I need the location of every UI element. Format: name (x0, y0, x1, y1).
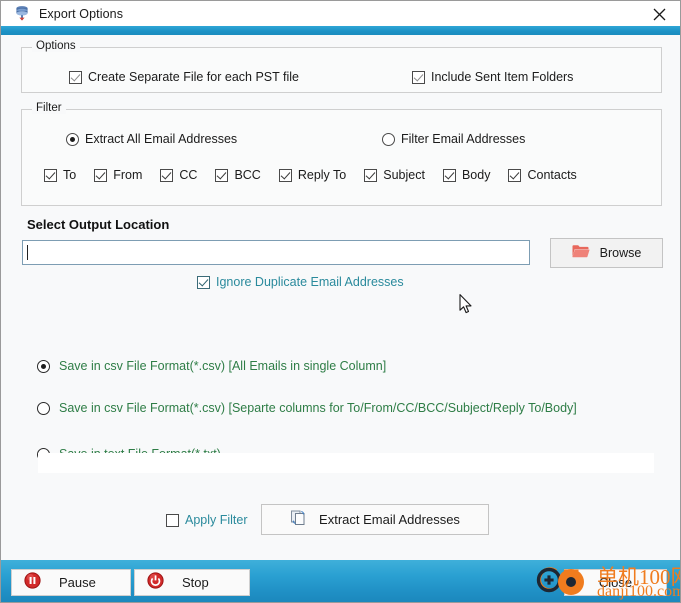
browse-button[interactable]: Browse (550, 238, 663, 268)
checkbox-field-body-box[interactable] (442, 168, 456, 182)
checkbox-field-from-box[interactable] (94, 168, 108, 182)
checkbox-field-contacts[interactable]: Contacts (508, 168, 577, 182)
checkbox-field-body[interactable]: Body (442, 168, 491, 182)
checkbox-field-bcc-box[interactable] (215, 168, 229, 182)
extract-email-addresses-button[interactable]: Extract Email Addresses (261, 504, 489, 535)
pause-circle-icon (24, 571, 41, 594)
checkbox-field-from[interactable]: From (94, 168, 142, 182)
checkbox-field-reply-to-label: Reply To (297, 168, 347, 182)
radio-filter-email-addresses-dot[interactable] (382, 132, 395, 146)
checkbox-field-cc[interactable]: CC (160, 168, 197, 182)
close-button[interactable]: Close (564, 569, 667, 596)
progress-bar (38, 453, 654, 473)
checkbox-ignore-duplicate-emails-label: Ignore Duplicate Email Addresses (216, 275, 404, 289)
checkbox-field-reply-to[interactable]: Reply To (278, 168, 347, 182)
checkbox-field-subject[interactable]: Subject (364, 168, 425, 182)
checkbox-ignore-duplicate-emails[interactable]: Ignore Duplicate Email Addresses (197, 275, 404, 289)
close-icon[interactable] (646, 3, 672, 25)
accent-bar (1, 26, 680, 35)
checkbox-field-cc-box[interactable] (160, 168, 174, 182)
browse-button-label: Browse (599, 246, 642, 260)
radio-extract-all-email-addresses[interactable]: Extract All Email Addresses (66, 132, 237, 146)
filter-group-legend: Filter (32, 102, 66, 114)
checkbox-apply-filter-label: Apply Filter (185, 513, 248, 527)
window-title: Export Options (39, 6, 124, 21)
export-options-window: Export Options Options Create Separate F… (0, 0, 681, 603)
checkbox-field-to[interactable]: To (44, 168, 76, 182)
radio-filter-email-addresses[interactable]: Filter Email Addresses (382, 132, 525, 146)
output-path-input[interactable] (22, 240, 530, 265)
pause-button[interactable]: Pause (11, 569, 131, 596)
options-group-legend: Options (32, 40, 80, 52)
checkbox-include-sent-items[interactable]: Include Sent Item Folders (412, 70, 573, 84)
options-group: Options Create Separate File for each PS… (21, 40, 662, 93)
radio-save-csv-single-column-dot[interactable] (37, 359, 50, 373)
checkbox-field-subject-box[interactable] (364, 168, 378, 182)
checkbox-include-sent-items-box[interactable] (412, 70, 425, 84)
checkbox-field-to-box[interactable] (44, 168, 57, 182)
radio-save-csv-single-column-label: Save in csv File Format(*.csv) [All Emai… (59, 359, 387, 373)
radio-extract-all-email-addresses-dot[interactable] (66, 132, 79, 146)
copy-pages-icon (290, 509, 307, 531)
title-bar: Export Options (1, 1, 680, 26)
stop-button-label: Stop (182, 575, 209, 590)
radio-extract-all-email-addresses-label: Extract All Email Addresses (85, 132, 238, 146)
select-output-location-heading: Select Output Location (27, 217, 170, 232)
checkbox-field-from-label: From (113, 168, 143, 182)
checkbox-field-reply-to-box[interactable] (278, 168, 292, 182)
extract-email-addresses-button-label: Extract Email Addresses (319, 512, 460, 527)
radio-filter-email-addresses-label: Filter Email Addresses (401, 132, 526, 146)
checkbox-apply-filter[interactable]: Apply Filter (166, 513, 248, 527)
checkbox-create-separate-file-box[interactable] (69, 70, 82, 84)
filter-group: Filter Extract All Email Addresses Filte… (21, 102, 662, 206)
checkbox-field-bcc[interactable]: BCC (215, 168, 261, 182)
dialog-body: Options Create Separate File for each PS… (1, 35, 680, 560)
pause-button-label: Pause (59, 575, 96, 590)
output-path-field[interactable] (27, 241, 529, 264)
footer-bar: Pause Stop Close (1, 560, 680, 602)
checkbox-field-body-label: Body (461, 168, 491, 182)
folder-open-icon (572, 244, 590, 263)
filter-field-checkbox-list: To From CC BCC Reply To Subject Body Con… (44, 168, 595, 182)
checkbox-create-separate-file[interactable]: Create Separate File for each PST file (69, 70, 299, 84)
checkbox-apply-filter-box[interactable] (166, 513, 179, 527)
radio-save-csv-single-column[interactable]: Save in csv File Format(*.csv) [All Emai… (37, 359, 386, 373)
radio-save-csv-separate-columns[interactable]: Save in csv File Format(*.csv) [Separte … (37, 401, 577, 415)
checkbox-field-contacts-label: Contacts (527, 168, 577, 182)
checkbox-include-sent-items-label: Include Sent Item Folders (431, 70, 574, 84)
stop-power-circle-icon (147, 571, 164, 594)
stop-button[interactable]: Stop (134, 569, 250, 596)
checkbox-field-bcc-label: BCC (234, 168, 261, 182)
checkbox-field-contacts-box[interactable] (508, 168, 522, 182)
close-button-label: Close (598, 575, 633, 590)
radio-save-csv-separate-columns-label: Save in csv File Format(*.csv) [Separte … (59, 401, 577, 415)
checkbox-ignore-duplicate-emails-box[interactable] (197, 275, 210, 289)
export-database-icon (14, 5, 31, 22)
checkbox-field-cc-label: CC (179, 168, 198, 182)
radio-save-csv-separate-columns-dot[interactable] (37, 401, 50, 415)
checkbox-field-subject-label: Subject (383, 168, 425, 182)
checkbox-create-separate-file-label: Create Separate File for each PST file (88, 70, 299, 84)
checkbox-field-to-label: To (63, 168, 77, 182)
